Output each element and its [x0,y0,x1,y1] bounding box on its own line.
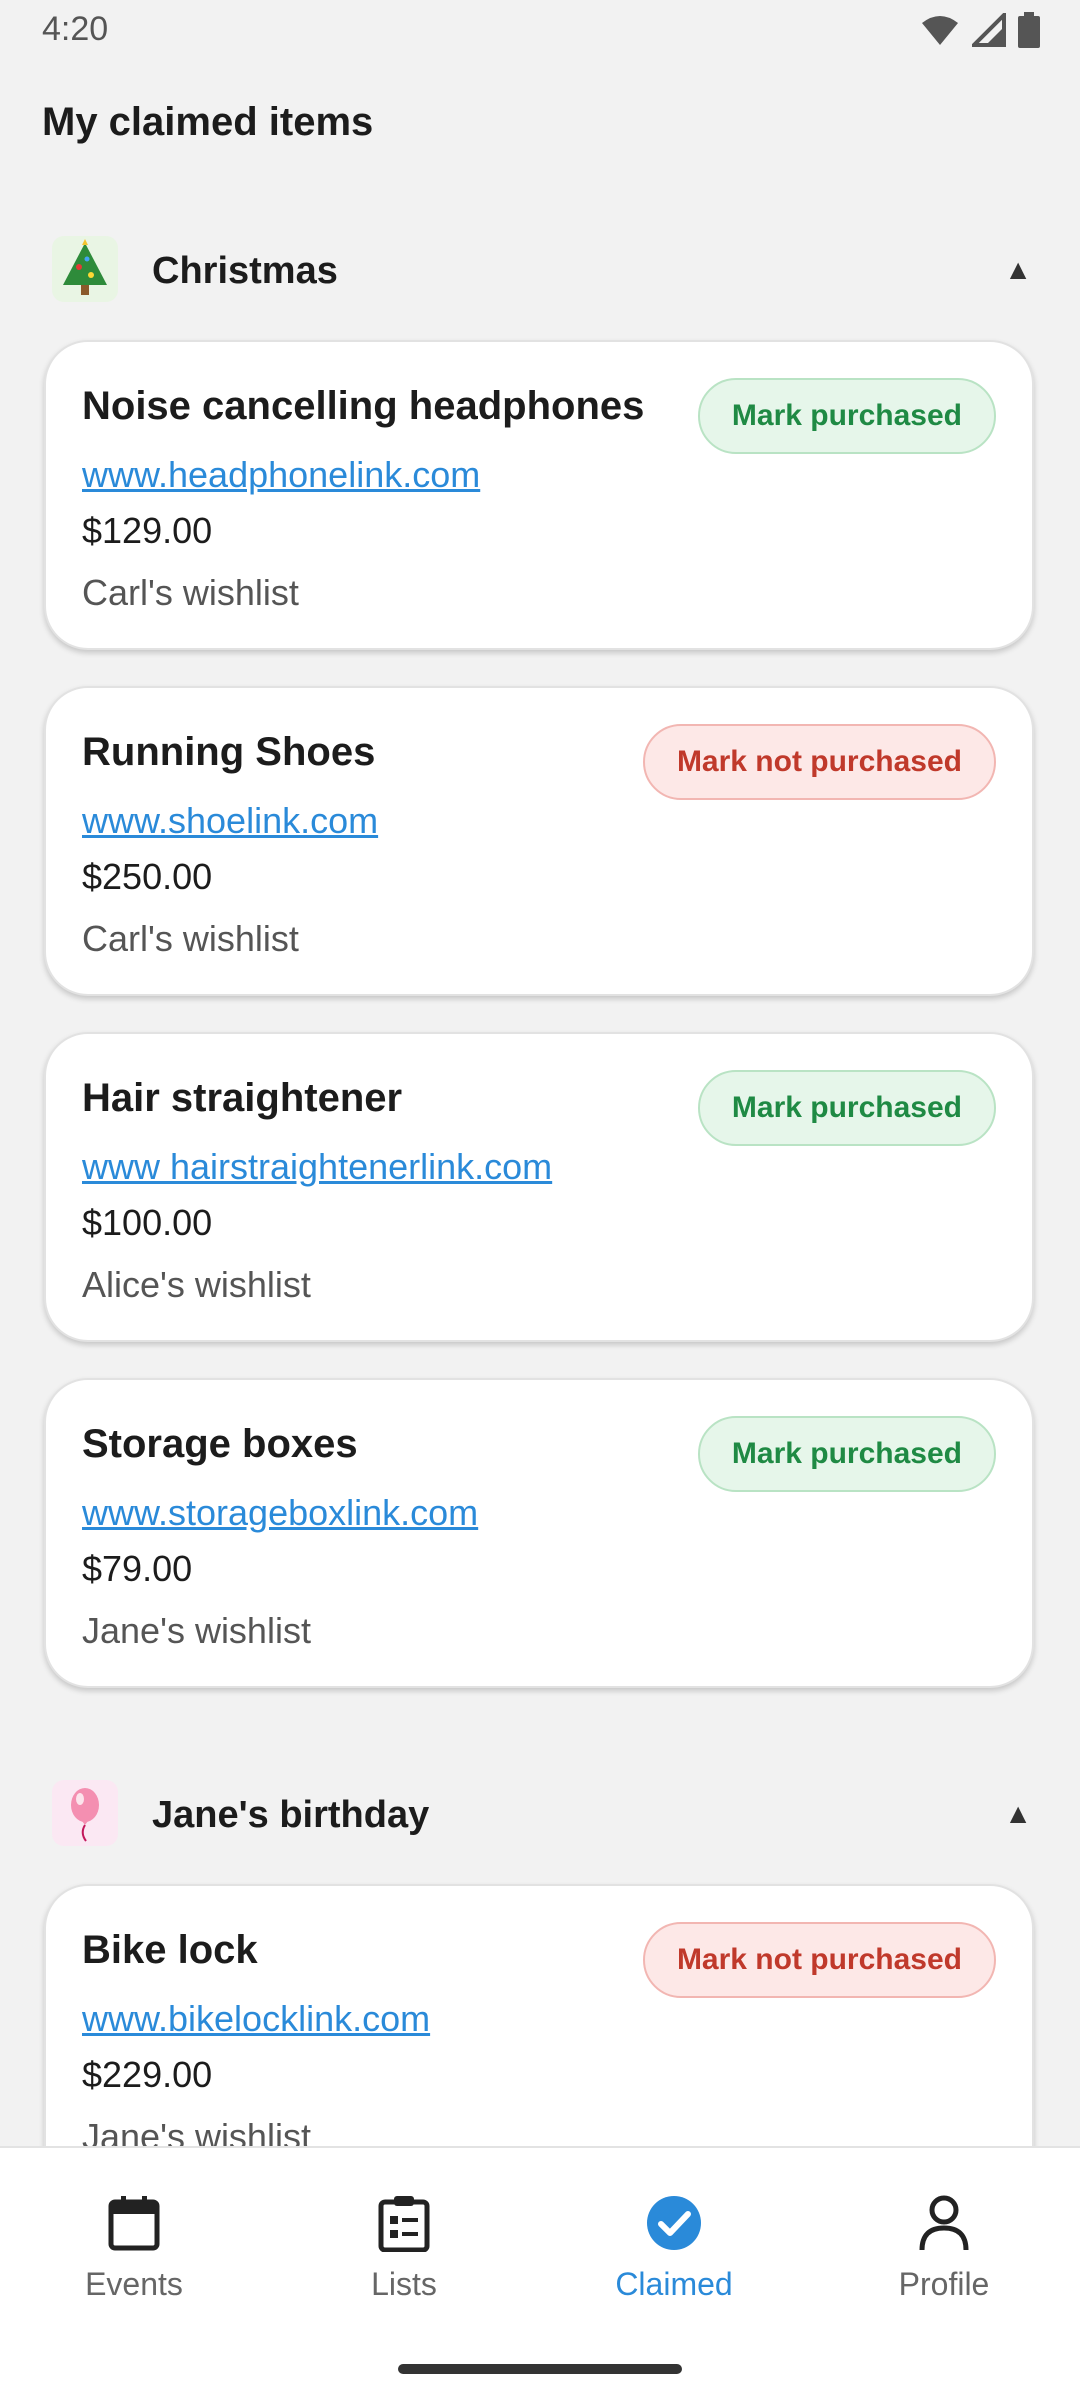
item-link[interactable]: www.headphonelink.com [82,454,480,496]
nav-item-lists[interactable]: Lists [304,2194,504,2303]
home-indicator[interactable] [398,2364,682,2374]
nav-item-profile[interactable]: Profile [844,2194,1044,2303]
mark-purchased-button[interactable]: Mark purchased [697,1416,996,1492]
item-price: $79.00 [82,1548,193,1589]
person-icon [919,2195,969,2251]
item-link[interactable]: www.storageboxlink.com [82,1492,478,1534]
mark-purchased-button[interactable]: Mark purchased [697,1070,996,1146]
balloon-icon [52,1780,118,1846]
page-title: My claimed items [42,100,374,144]
check-circle-icon [647,2196,701,2250]
item-title: Hair straightener [82,1076,403,1120]
clipboard-list-icon [378,2196,430,2252]
calendar-icon [108,2196,160,2251]
collapse-arrow-icon[interactable]: ▲ [1004,254,1032,286]
status-time: 4:20 [42,10,109,48]
nav-label: Claimed [615,2266,733,2302]
signal-icon [972,13,1006,47]
collapse-arrow-icon[interactable]: ▲ [1004,1798,1032,1830]
mark-purchased-button[interactable]: Mark purchased [697,378,996,454]
item-price: $229.00 [82,2054,213,2095]
section-header-janes-birthday[interactable]: Jane's birthday ▲ [0,1780,1080,1870]
item-wishlist-owner: Carl's wishlist [82,918,299,959]
item-price: $129.00 [82,510,213,551]
section-title: Jane's birthday [152,1794,430,1836]
item-title: Storage boxes [82,1422,358,1466]
claimed-item-card[interactable]: Running Shoes www.shoelink.com $250.00 C… [44,686,1034,996]
battery-icon [1018,12,1040,48]
item-price: $100.00 [82,1202,213,1243]
nav-item-claimed[interactable]: Claimed [574,2194,774,2303]
item-price: $250.00 [82,856,213,897]
item-wishlist-owner: Carl's wishlist [82,572,299,613]
nav-item-events[interactable]: Events [34,2194,234,2303]
claimed-item-card[interactable]: Noise cancelling headphones www.headphon… [44,340,1034,650]
item-wishlist-owner: Jane's wishlist [82,1610,311,1651]
claimed-item-card[interactable]: Bike lock www.bikelocklink.com $229.00 J… [44,1884,1034,2146]
claimed-items-list[interactable]: Christmas ▲ Noise cancelling headphones … [0,200,1080,2146]
item-wishlist-owner: Jane's wishlist [82,2116,311,2146]
item-link[interactable]: www.bikelocklink.com [82,1998,430,2040]
item-title: Bike lock [82,1928,258,1972]
item-wishlist-owner: Alice's wishlist [82,1264,311,1305]
claimed-item-card[interactable]: Hair straightener www hairstraightenerli… [44,1032,1034,1342]
nav-label: Events [85,2266,183,2302]
item-link[interactable]: www.shoelink.com [82,800,378,842]
status-bar: 4:20 [0,0,1080,62]
item-title: Noise cancelling headphones [82,384,645,428]
christmas-tree-icon [52,236,118,302]
nav-label: Lists [371,2266,437,2302]
item-link[interactable]: www hairstraightenerlink.com [82,1146,552,1188]
mark-not-purchased-button[interactable]: Mark not purchased [642,724,996,800]
item-title: Running Shoes [82,730,376,774]
wifi-icon [922,16,958,45]
nav-label: Profile [898,2266,990,2302]
section-header-christmas[interactable]: Christmas ▲ [0,236,1080,326]
status-icons [920,12,1040,48]
section-title: Christmas [152,250,338,292]
claimed-item-card[interactable]: Storage boxes www.storageboxlink.com $79… [44,1378,1034,1688]
mark-not-purchased-button[interactable]: Mark not purchased [642,1922,996,1998]
